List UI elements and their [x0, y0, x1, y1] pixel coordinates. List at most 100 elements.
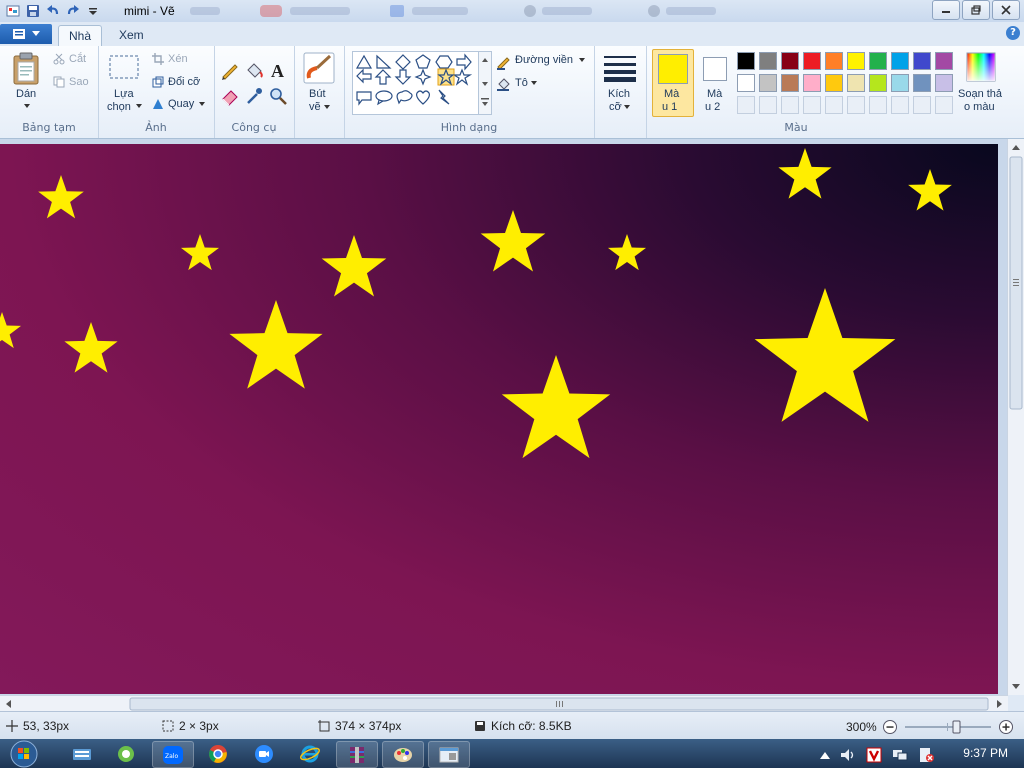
- custom-color-slot[interactable]: [891, 96, 909, 114]
- undo-icon[interactable]: [44, 2, 62, 20]
- star: [180, 234, 220, 271]
- taskbar-paint[interactable]: [382, 741, 424, 768]
- color2-swatch[interactable]: [703, 57, 727, 81]
- antivirus-icon[interactable]: [866, 747, 882, 763]
- size-button-line2[interactable]: cỡ: [609, 101, 622, 113]
- palette-swatch[interactable]: [737, 52, 755, 70]
- select-icon[interactable]: [108, 54, 140, 80]
- maximize-button[interactable]: [962, 0, 990, 20]
- palette-swatch[interactable]: [913, 52, 931, 70]
- palette-swatch[interactable]: [869, 74, 887, 92]
- custom-color-slot[interactable]: [847, 96, 865, 114]
- edit-colors-line2[interactable]: o màu: [964, 101, 995, 113]
- custom-color-slot[interactable]: [737, 96, 755, 114]
- eraser-icon[interactable]: [220, 86, 240, 106]
- taskbar-app-green[interactable]: [106, 741, 146, 766]
- custom-color-slot[interactable]: [869, 96, 887, 114]
- paste-button[interactable]: Dán: [16, 88, 36, 100]
- palette-swatch[interactable]: [935, 74, 953, 92]
- palette-swatch[interactable]: [869, 52, 887, 70]
- vertical-scrollbar[interactable]: [1007, 139, 1024, 695]
- palette-swatch[interactable]: [847, 74, 865, 92]
- speaker-icon[interactable]: [840, 748, 856, 762]
- help-icon[interactable]: ?: [1006, 26, 1020, 40]
- paint-app-icon[interactable]: [4, 2, 22, 20]
- fill-button[interactable]: Tô: [515, 77, 528, 89]
- taskbar-zalo[interactable]: Zalo: [152, 741, 194, 768]
- custom-color-slot[interactable]: [781, 96, 799, 114]
- taskbar-window[interactable]: [428, 741, 470, 768]
- palette-swatch[interactable]: [935, 52, 953, 70]
- minimize-button[interactable]: [932, 0, 960, 20]
- select-button-line2[interactable]: chọn: [107, 101, 131, 113]
- palette-swatch[interactable]: [759, 74, 777, 92]
- size-lines-icon[interactable]: [604, 54, 636, 82]
- taskbar-winrar[interactable]: [336, 741, 378, 768]
- star: [38, 175, 84, 219]
- start-button[interactable]: [6, 739, 42, 768]
- size-button-line1[interactable]: Kích: [608, 88, 630, 100]
- pencil-icon[interactable]: [220, 60, 240, 80]
- close-button[interactable]: [992, 0, 1020, 20]
- select-button-line1[interactable]: Lựa: [114, 88, 134, 100]
- palette-swatch[interactable]: [825, 52, 843, 70]
- copy-button[interactable]: Sao: [69, 76, 89, 88]
- magnifier-icon[interactable]: [268, 86, 288, 106]
- brushes-icon[interactable]: [303, 52, 335, 84]
- tab-home[interactable]: Nhà: [58, 25, 103, 47]
- custom-color-slot[interactable]: [759, 96, 777, 114]
- taskbar-internet-explorer[interactable]: [290, 741, 330, 766]
- zoom-slider[interactable]: [903, 719, 993, 735]
- palette-swatch[interactable]: [759, 52, 777, 70]
- tab-view[interactable]: Xem: [109, 25, 154, 46]
- taskbar-keyboard[interactable]: [62, 741, 102, 766]
- palette-swatch[interactable]: [737, 74, 755, 92]
- zoom-in-icon[interactable]: [998, 719, 1014, 735]
- edit-colors-icon[interactable]: [966, 52, 996, 82]
- custom-color-slot[interactable]: [825, 96, 843, 114]
- crop-button[interactable]: Xén: [168, 53, 188, 65]
- shapes-gallery-scroll[interactable]: [478, 51, 492, 115]
- palette-swatch[interactable]: [781, 52, 799, 70]
- file-menu-button[interactable]: [0, 24, 52, 44]
- cut-icon: [53, 53, 65, 65]
- shapes-gallery-icons[interactable]: [353, 52, 489, 114]
- rotate-button[interactable]: Quay: [168, 98, 194, 110]
- palette-swatch[interactable]: [781, 74, 799, 92]
- title-bar: mimi - Vẽ: [0, 0, 1024, 23]
- customize-toolbar-icon[interactable]: [84, 2, 102, 20]
- action-center-icon[interactable]: [918, 747, 934, 763]
- outline-button[interactable]: Đường viền: [515, 54, 573, 66]
- drawing-canvas[interactable]: [0, 144, 998, 694]
- taskbar-chrome[interactable]: [198, 741, 238, 766]
- brushes-button-line2[interactable]: vẽ: [309, 101, 321, 113]
- resize-icon: [152, 76, 164, 88]
- text-tool-icon[interactable]: A: [268, 60, 288, 80]
- palette-swatch[interactable]: [803, 52, 821, 70]
- palette-swatch[interactable]: [825, 74, 843, 92]
- custom-color-slot[interactable]: [913, 96, 931, 114]
- network-icon[interactable]: [892, 748, 908, 762]
- redo-icon[interactable]: [64, 2, 82, 20]
- taskbar: Zalo 9:37 PM: [0, 739, 1024, 768]
- custom-color-slot[interactable]: [935, 96, 953, 114]
- palette-swatch[interactable]: [913, 74, 931, 92]
- palette-swatch[interactable]: [891, 52, 909, 70]
- edit-colors-line1[interactable]: Soạn thả: [958, 88, 1002, 100]
- palette-swatch[interactable]: [803, 74, 821, 92]
- cut-button[interactable]: Cắt: [69, 53, 86, 65]
- paste-icon[interactable]: [12, 52, 42, 86]
- zoom-out-icon[interactable]: [882, 719, 898, 735]
- color-picker-icon[interactable]: [244, 86, 264, 106]
- resize-button[interactable]: Đổi cỡ: [168, 76, 200, 88]
- save-icon[interactable]: [24, 2, 42, 20]
- palette-swatch[interactable]: [847, 52, 865, 70]
- horizontal-scrollbar[interactable]: [0, 695, 1008, 712]
- canvas-area: [0, 139, 1008, 695]
- show-hidden-icons-icon[interactable]: [820, 751, 830, 759]
- custom-color-slot[interactable]: [803, 96, 821, 114]
- fill-bucket-icon[interactable]: [244, 60, 264, 80]
- brushes-button-line1[interactable]: Bút: [309, 88, 326, 100]
- taskbar-zoom[interactable]: [244, 741, 284, 766]
- palette-swatch[interactable]: [891, 74, 909, 92]
